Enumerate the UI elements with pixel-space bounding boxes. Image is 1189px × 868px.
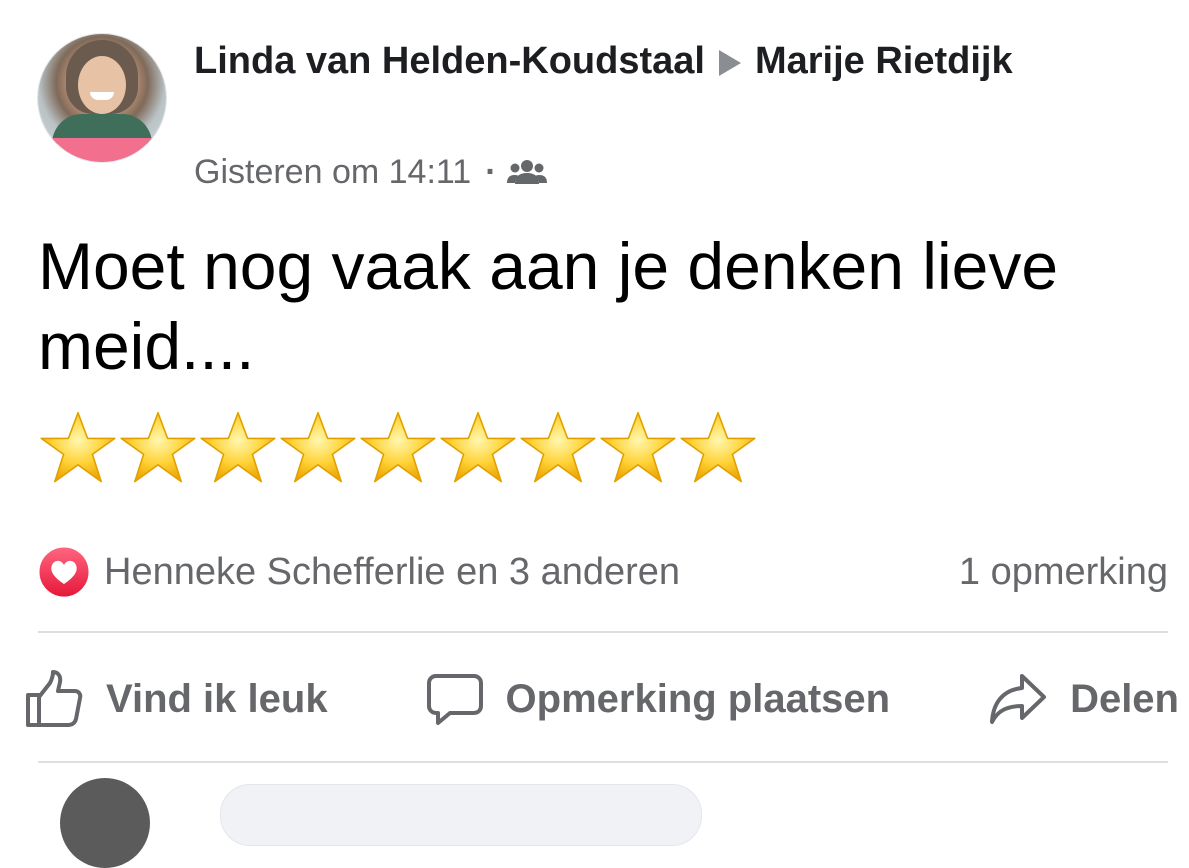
comment-bubble-icon bbox=[426, 674, 483, 725]
reactions-summary: Henneke Schefferlie en 3 anderen 1 opmer… bbox=[38, 544, 1168, 600]
facebook-post: Linda van Helden-Koudstaal Marije Rietdij… bbox=[0, 0, 1189, 868]
star-emoji-icon bbox=[120, 412, 196, 483]
star-emoji-icon bbox=[680, 412, 756, 483]
next-comment-avatar[interactable] bbox=[60, 778, 150, 868]
comments-count[interactable]: 1 opmerking bbox=[959, 551, 1168, 594]
star-emoji-icon bbox=[280, 412, 356, 483]
thumbs-up-icon bbox=[26, 670, 83, 727]
friends-icon[interactable] bbox=[506, 158, 547, 186]
reactions-names: Henneke Schefferlie en 3 anderen bbox=[104, 550, 681, 593]
divider-bottom bbox=[38, 761, 1168, 763]
like-label: Vind ik leuk bbox=[106, 676, 328, 721]
arrow-right-icon bbox=[718, 50, 741, 76]
post-timestamp[interactable]: Gisteren om 14:11 bbox=[194, 150, 471, 194]
share-button[interactable]: Delen bbox=[988, 670, 1179, 728]
post-message: Moet nog vaak aan je denken lieve meid..… bbox=[38, 229, 1059, 383]
avatar-frame-band bbox=[38, 138, 166, 162]
share-label: Delen bbox=[1070, 676, 1179, 721]
comment-label: Opmerking plaatsen bbox=[505, 676, 891, 721]
recipient-name-link[interactable]: Marije Rietdijk bbox=[755, 40, 1013, 82]
meta-separator: · bbox=[485, 153, 497, 191]
star-emoji-row bbox=[38, 408, 758, 488]
author-avatar[interactable] bbox=[38, 34, 166, 162]
star-emoji-icon bbox=[360, 412, 436, 483]
star-emoji-icon bbox=[600, 412, 676, 483]
star-emoji-icon bbox=[440, 412, 516, 483]
love-reaction-icon bbox=[38, 546, 90, 598]
action-bar: Vind ik leuk Opmerking plaatsen Delen bbox=[24, 664, 1179, 734]
next-comment-bubble bbox=[220, 784, 702, 846]
post-meta: Gisteren om 14:11 · bbox=[194, 150, 547, 194]
star-emoji-icon bbox=[40, 412, 116, 483]
star-emoji-icon bbox=[520, 412, 596, 483]
like-button[interactable]: Vind ik leuk bbox=[24, 669, 328, 729]
divider-top bbox=[38, 631, 1168, 633]
avatar-face bbox=[78, 56, 126, 114]
star-emoji-icon bbox=[200, 412, 276, 483]
author-name-link[interactable]: Linda van Helden-Koudstaal bbox=[194, 40, 705, 82]
comment-button[interactable]: Opmerking plaatsen bbox=[426, 670, 891, 728]
reactions-left[interactable]: Henneke Schefferlie en 3 anderen bbox=[38, 546, 680, 598]
share-arrow-icon bbox=[990, 674, 1047, 724]
post-header-names: Linda van Helden-Koudstaal Marije Rietdij… bbox=[194, 36, 1094, 86]
